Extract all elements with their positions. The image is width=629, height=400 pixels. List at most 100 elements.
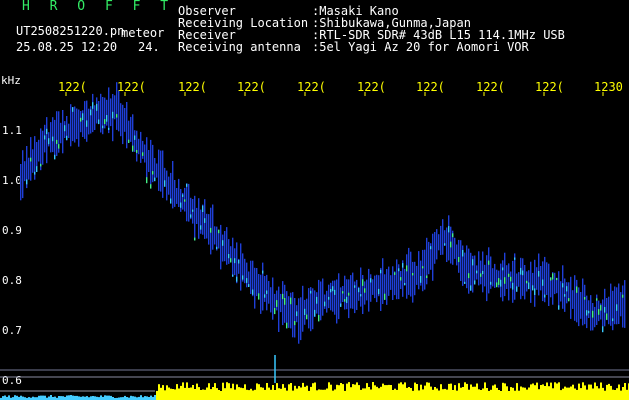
trace-segment (150, 139, 152, 186)
level-bar (198, 387, 200, 400)
level-bar (440, 384, 442, 400)
trace-highlight (398, 268, 400, 272)
trace-segment (288, 296, 290, 328)
trace-highlight (234, 258, 236, 264)
trace-highlight (44, 135, 46, 140)
trace-segment (418, 251, 420, 290)
trace-segment (346, 279, 348, 310)
trace-highlight (362, 279, 364, 286)
trace-segment (300, 297, 302, 341)
trace-highlight (152, 171, 154, 175)
trace-segment (302, 285, 304, 332)
doppler-trace (20, 82, 626, 344)
level-bar (624, 383, 626, 400)
trace-segment (222, 234, 224, 262)
level-bar (414, 382, 416, 400)
level-bar (442, 389, 444, 400)
trace-highlight (294, 321, 296, 326)
trace-highlight (150, 184, 152, 189)
level-bar (522, 387, 524, 400)
trace-segment (572, 290, 574, 309)
level-bar (550, 382, 552, 400)
trace-segment (114, 95, 116, 120)
trace-segment (144, 144, 146, 163)
level-bar (220, 391, 222, 400)
trace-highlight (274, 308, 276, 315)
level-bar (2, 396, 4, 400)
level-bar (132, 396, 134, 400)
trace-segment (274, 293, 276, 309)
trace-highlight (90, 109, 92, 116)
trace-highlight (472, 259, 474, 266)
level-bar (406, 387, 408, 400)
trace-highlight (340, 303, 342, 307)
level-bar (22, 396, 24, 400)
trace-segment (342, 286, 344, 302)
level-bar (322, 389, 324, 400)
trace-segment (466, 245, 468, 289)
trace-highlight (586, 310, 588, 316)
level-bar (520, 386, 522, 400)
trace-segment (268, 281, 270, 304)
trace-highlight (452, 233, 454, 238)
level-bar (272, 385, 274, 400)
trace-highlight (276, 300, 278, 307)
level-bar (580, 388, 582, 400)
trace-segment (474, 255, 476, 283)
trace-segment (558, 271, 560, 308)
trace-segment (382, 258, 384, 304)
trace-highlight (328, 296, 330, 300)
trace-segment (256, 268, 258, 297)
trace-highlight (562, 283, 564, 288)
trace-segment (614, 286, 616, 325)
level-bar (86, 396, 88, 400)
trace-segment (310, 287, 312, 332)
trace-highlight (606, 313, 608, 320)
trace-segment (246, 262, 248, 288)
level-bar (384, 385, 386, 400)
trace-segment (584, 284, 586, 325)
trace-highlight (216, 246, 218, 250)
trace-highlight (364, 288, 366, 293)
level-bar (248, 390, 250, 400)
trace-segment (136, 130, 138, 162)
level-bar (462, 387, 464, 400)
trace-highlight (498, 278, 500, 285)
level-bar (420, 384, 422, 400)
trace-highlight (556, 278, 558, 281)
trace-segment (126, 102, 128, 149)
level-bar (156, 390, 158, 400)
trace-highlight (598, 309, 600, 315)
trace-highlight (142, 152, 144, 156)
level-bar (244, 384, 246, 400)
level-bar (616, 388, 618, 400)
trace-segment (390, 275, 392, 290)
trace-segment (260, 274, 262, 314)
trace-segment (338, 273, 340, 320)
level-bar (236, 384, 238, 400)
trace-highlight (458, 257, 460, 263)
trace-highlight (394, 272, 396, 275)
trace-segment (178, 178, 180, 207)
trace-segment (540, 266, 542, 291)
trace-segment (84, 101, 86, 139)
trace-highlight (468, 273, 470, 279)
level-bar (168, 387, 170, 400)
trace-segment (556, 277, 558, 294)
level-bar (166, 385, 168, 400)
trace-segment (196, 207, 198, 224)
level-bar (402, 384, 404, 400)
trace-highlight (346, 296, 348, 303)
level-bar (620, 390, 622, 400)
trace-segment (308, 288, 310, 329)
trace-segment (410, 251, 412, 297)
trace-highlight (236, 276, 238, 282)
trace-segment (226, 227, 228, 265)
level-bar (368, 387, 370, 400)
trace-highlight (444, 243, 446, 246)
trace-segment (570, 276, 572, 319)
trace-highlight (218, 229, 220, 234)
level-bar (604, 390, 606, 400)
level-bar (330, 384, 332, 400)
trace-highlight (566, 286, 568, 292)
